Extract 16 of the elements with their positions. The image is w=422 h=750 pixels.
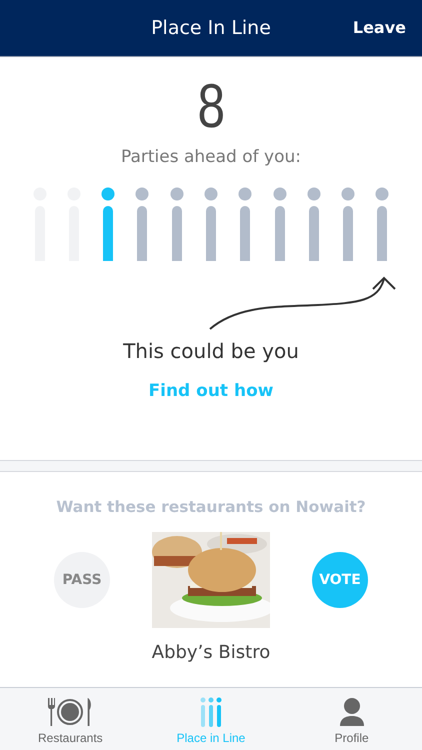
person-icon <box>338 697 365 727</box>
plate-cutlery-icon <box>47 697 94 727</box>
find-out-link[interactable]: Find out how <box>148 381 274 401</box>
vote-heading: Want these restaurants on Nowait? <box>56 498 366 516</box>
caption-text: This could be you <box>123 339 299 363</box>
leave-button[interactable]: Leave <box>350 16 408 39</box>
parties-label: Parties ahead of you: <box>120 147 302 167</box>
party-count: 8 <box>197 71 225 143</box>
pass-button[interactable]: PASS <box>54 552 110 608</box>
tab[interactable]: Profile <box>281 688 422 750</box>
people-line-icon <box>199 697 223 727</box>
screen-title: Place In Line <box>151 17 271 39</box>
vote-button[interactable]: VOTE <box>312 552 368 608</box>
tab[interactable]: Place in Line <box>140 688 282 750</box>
tab[interactable]: Restaurants <box>0 688 141 750</box>
restaurant-name: Abby’s Bistro <box>152 642 270 663</box>
